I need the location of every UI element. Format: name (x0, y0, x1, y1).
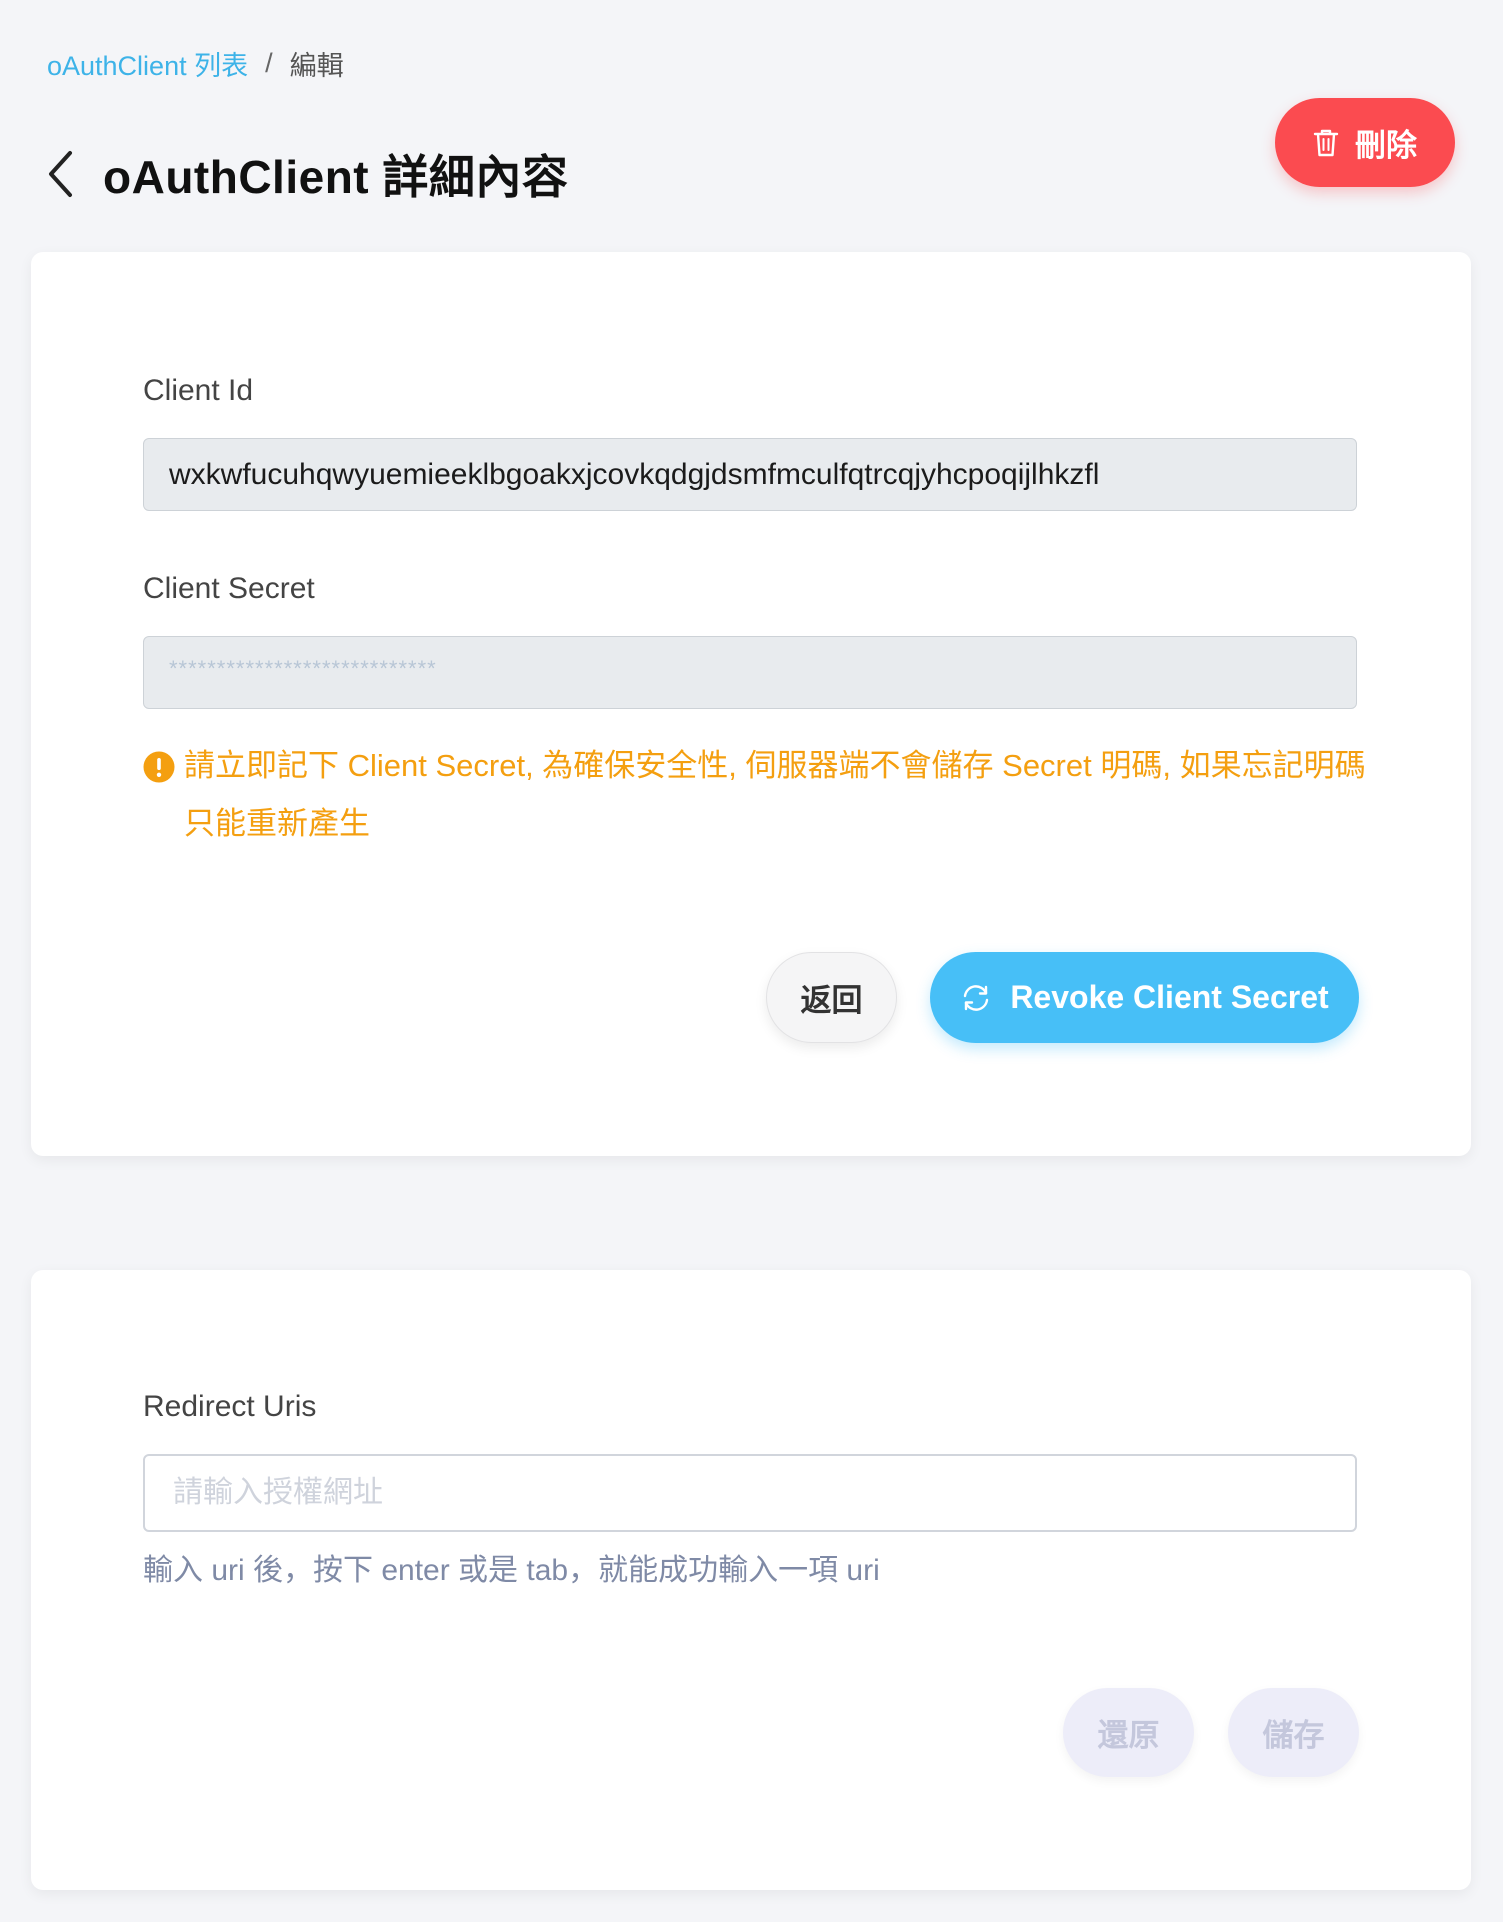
delete-button[interactable]: 刪除 (1275, 98, 1455, 187)
breadcrumb-current: 編輯 (289, 51, 344, 81)
save-button[interactable]: 儲存 (1228, 1688, 1359, 1777)
reset-button-label: 還原 (1097, 1718, 1160, 1753)
page-title: oAuthClient 詳細內容 (103, 150, 569, 203)
delete-button-label: 刪除 (1355, 128, 1417, 163)
page-header: oAuthClient 詳細內容 (45, 110, 568, 238)
chevron-left-icon (49, 150, 72, 197)
credentials-card: Client Id wxkwfucuhqwyuemieeklbgoakxjcov… (31, 252, 1471, 1156)
redirect-uri-hint: 輸入 uri 後，按下 enter 或是 tab，就能成功輸入一項 uri (143, 1554, 880, 1587)
breadcrumb: oAuthClient 列表 / 編輯 (47, 44, 344, 83)
secret-warning: 請立即記下 Client Secret, 為確保安全性, 伺服器端不會儲存 Se… (143, 748, 1383, 853)
revoke-secret-button[interactable]: Revoke Client Secret (930, 952, 1359, 1043)
back-return-label: 返回 (800, 983, 863, 1018)
revoke-secret-label: Revoke Client Secret (1010, 979, 1329, 1015)
save-button-label: 儲存 (1262, 1718, 1325, 1753)
client-secret-value: **************************** (169, 655, 437, 681)
redirect-uri-input[interactable] (143, 1454, 1357, 1532)
warning-text: 請立即記下 Client Secret, 為確保安全性, 伺服器端不會儲存 Se… (184, 748, 1366, 841)
client-secret-label: Client Secret (143, 572, 315, 605)
back-return-button[interactable]: 返回 (766, 952, 897, 1043)
refresh-icon (964, 984, 989, 1011)
back-button[interactable] (45, 149, 75, 199)
reset-button[interactable]: 還原 (1063, 1688, 1194, 1777)
redirect-uris-card: Redirect Uris 輸入 uri 後，按下 enter 或是 tab，就… (31, 1270, 1471, 1890)
breadcrumb-separator: / (265, 48, 273, 78)
client-id-field[interactable]: wxkwfucuhqwyuemieeklbgoakxjcovkqdgjdsmfm… (143, 438, 1357, 511)
client-id-value: wxkwfucuhqwyuemieeklbgoakxjcovkqdgjdsmfm… (169, 457, 1100, 491)
breadcrumb-list-link[interactable]: oAuthClient 列表 (47, 44, 248, 83)
redirect-uris-label: Redirect Uris (143, 1390, 317, 1423)
client-secret-field[interactable]: **************************** (143, 636, 1357, 709)
trash-icon (1313, 129, 1339, 156)
client-id-label: Client Id (143, 374, 254, 407)
exclamation-circle-icon (143, 751, 175, 783)
